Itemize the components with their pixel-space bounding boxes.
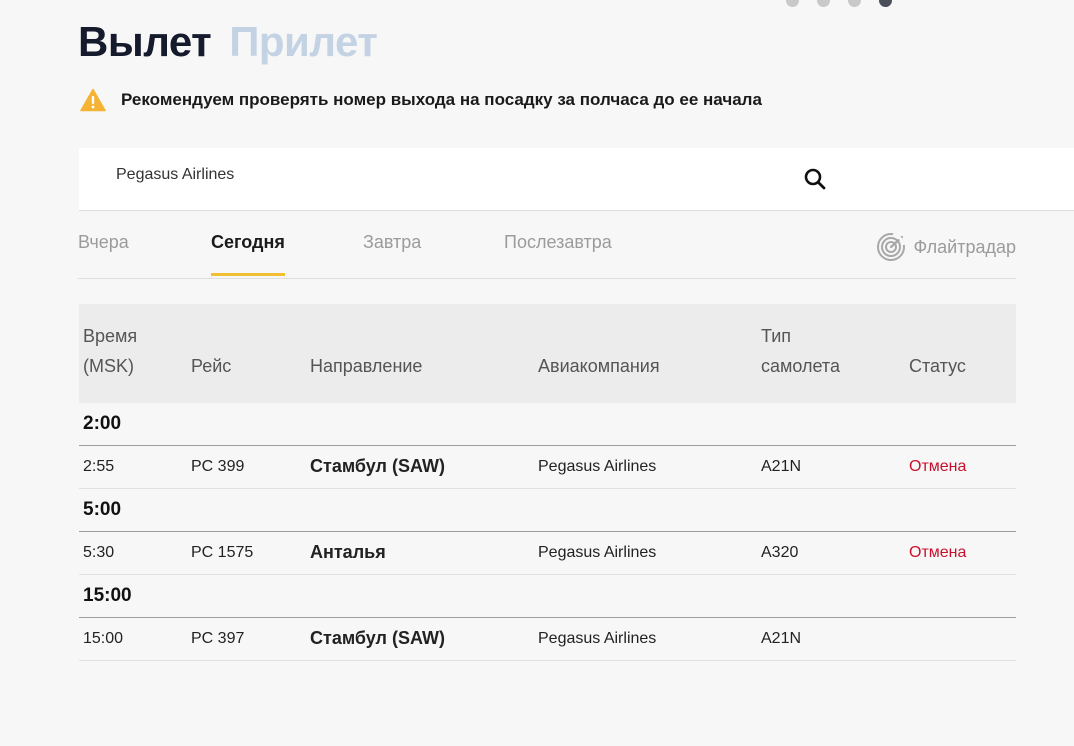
- column-time-line1: Время: [83, 326, 138, 346]
- time-group-header: 5:00: [79, 489, 1016, 532]
- carousel-dots: [786, 0, 892, 7]
- flight-number: PC 399: [191, 458, 245, 475]
- arrivals-tab[interactable]: Прилет: [229, 18, 378, 66]
- flight-destination: Стамбул (SAW): [310, 628, 445, 648]
- flight-aircraft: A21N: [761, 630, 802, 647]
- warning-icon: [80, 88, 106, 112]
- flight-destination: Анталья: [310, 542, 386, 562]
- table-row[interactable]: 15:00 PC 397 Стамбул (SAW) Pegasus Airli…: [79, 618, 1016, 661]
- column-aircraft-line2: самолета: [761, 356, 840, 376]
- flight-airline: Pegasus Airlines: [538, 544, 657, 561]
- column-airline: Авиакомпания: [538, 356, 660, 376]
- search-input[interactable]: [116, 166, 756, 184]
- flight-status: Отмена: [909, 544, 967, 561]
- search-bar: [79, 148, 1074, 211]
- flight-aircraft: A21N: [761, 458, 802, 475]
- flight-time: 5:30: [83, 544, 115, 561]
- flight-time: 15:00: [83, 630, 124, 647]
- column-aircraft: Тип самолета: [761, 321, 840, 381]
- time-group-label: 2:00: [83, 413, 122, 434]
- column-aircraft-line1: Тип: [761, 326, 792, 346]
- column-time-line2: (MSK): [83, 356, 134, 376]
- carousel-dot-active[interactable]: [879, 0, 892, 7]
- flight-destination: Стамбул (SAW): [310, 456, 445, 476]
- flight-number: PC 397: [191, 630, 245, 647]
- day-tabs: Вчера Сегодня Завтра Послезавтра Флайтра…: [78, 226, 1016, 279]
- direction-switch: Вылет Прилет: [78, 18, 378, 66]
- flightradar-link[interactable]: Флайтрадар: [876, 232, 1016, 262]
- flight-airline: Pegasus Airlines: [538, 630, 657, 647]
- flight-airline: Pegasus Airlines: [538, 458, 657, 475]
- tab-day-after-tomorrow[interactable]: Послезавтра: [504, 232, 612, 273]
- flight-number: PC 1575: [191, 544, 254, 561]
- table-row[interactable]: 5:30 PC 1575 Анталья Pegasus Airlines A3…: [79, 532, 1016, 575]
- column-flight: Рейс: [191, 356, 232, 376]
- flight-aircraft: A320: [761, 544, 799, 561]
- tab-today[interactable]: Сегодня: [211, 232, 285, 276]
- radar-icon: [876, 232, 906, 262]
- column-destination: Направление: [310, 356, 423, 376]
- carousel-dot[interactable]: [848, 0, 861, 7]
- gate-notice: Рекомендуем проверять номер выхода на по…: [80, 88, 762, 112]
- departures-tab[interactable]: Вылет: [78, 18, 212, 66]
- column-status: Статус: [909, 356, 966, 376]
- time-group-header: 15:00: [79, 575, 1016, 618]
- table-header: Время (MSK) Рейс Направление Авиакомпани…: [79, 304, 1016, 403]
- search-icon[interactable]: [803, 167, 827, 191]
- tab-yesterday[interactable]: Вчера: [78, 232, 129, 273]
- table-row[interactable]: 2:55 PC 399 Стамбул (SAW) Pegasus Airlin…: [79, 446, 1016, 489]
- column-time: Время (MSK): [83, 321, 137, 381]
- carousel-dot[interactable]: [817, 0, 830, 7]
- flight-status: Отмена: [909, 458, 967, 475]
- time-group-label: 15:00: [83, 585, 132, 606]
- tab-tomorrow[interactable]: Завтра: [363, 232, 421, 273]
- flights-table: Время (MSK) Рейс Направление Авиакомпани…: [79, 304, 1016, 661]
- flight-time: 2:55: [83, 458, 115, 475]
- carousel-dot[interactable]: [786, 0, 799, 7]
- flightradar-label: Флайтрадар: [913, 236, 1016, 257]
- time-group-label: 5:00: [83, 499, 122, 520]
- time-group-header: 2:00: [79, 403, 1016, 446]
- notice-text: Рекомендуем проверять номер выхода на по…: [121, 90, 762, 109]
